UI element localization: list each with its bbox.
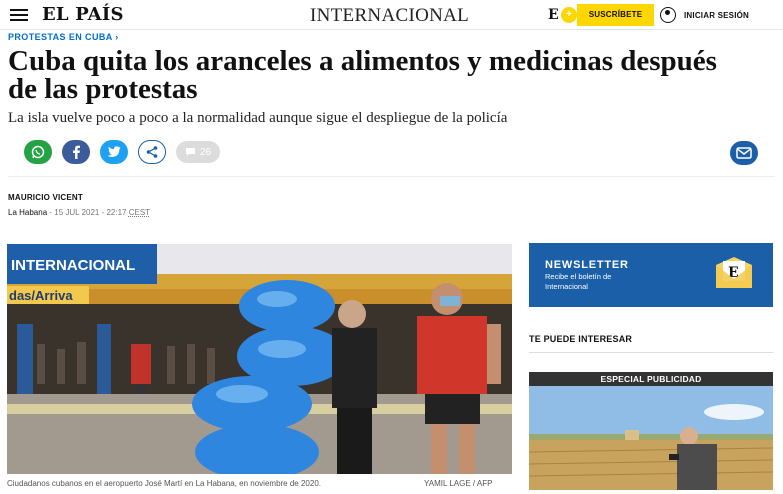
sponsored-label: ESPECIAL PUBLICIDAD	[529, 372, 773, 386]
share-icon	[146, 146, 158, 158]
facebook-button[interactable]	[62, 140, 90, 164]
photo-sign-text: INTERNACIONAL	[11, 257, 135, 274]
related-heading: TE PUEDE INTERESAR	[529, 334, 633, 344]
ep-logo-mark: E	[548, 7, 559, 23]
chevron-right-icon: ›	[115, 32, 119, 42]
login-button[interactable]: INICIAR SESIÓN	[660, 4, 749, 26]
article-subhead: La isla vuelve poco a poco a la normalid…	[8, 110, 508, 126]
author-link[interactable]: MAURICIO VICENT	[8, 193, 83, 202]
section-title[interactable]: INTERNACIONAL	[310, 5, 469, 27]
location: La Habana	[8, 208, 48, 217]
comment-icon	[185, 148, 195, 156]
newsletter-text: Recibe el boletín de Internacional	[545, 272, 612, 291]
whatsapp-button[interactable]	[24, 140, 52, 164]
photo-sign-text-2: das/Arriva	[9, 288, 73, 303]
article-photo: INTERNACIONAL das/Arriva	[7, 244, 512, 474]
divider	[529, 352, 773, 353]
share-button[interactable]	[138, 140, 166, 164]
menu-icon[interactable]	[10, 9, 28, 21]
share-bar: 26	[24, 140, 220, 164]
site-logo[interactable]: EL PAÍS	[42, 4, 124, 25]
sponsored-image	[529, 372, 773, 490]
photo-caption: Ciudadanos cubanos en el aeropuerto José…	[7, 479, 321, 488]
comments-count: 26	[199, 146, 212, 158]
envelope-icon: E	[716, 257, 752, 288]
user-icon	[660, 7, 676, 23]
twitter-icon	[107, 146, 121, 157]
subscribe-button[interactable]: SUSCRÍBETE	[577, 4, 654, 26]
photo-credit: YAMIL LAGE / AFP	[424, 479, 493, 488]
publish-date: 15 JUL 2021 - 22:17	[54, 208, 127, 217]
newsletter-title: NEWSLETTER	[545, 259, 629, 271]
timezone-label[interactable]: CEST	[129, 208, 150, 217]
newsletter-banner[interactable]: NEWSLETTER Recibe el boletín de Internac…	[529, 243, 773, 307]
divider	[8, 176, 775, 177]
kicker-link[interactable]: PROTESTAS EN CUBA ›	[8, 32, 119, 42]
mail-icon	[736, 147, 752, 159]
dateline: La Habana - 15 JUL 2021 - 22:17 CEST	[8, 208, 151, 217]
comments-button[interactable]: 26	[176, 141, 220, 163]
top-bar: EL PAÍS INTERNACIONAL E + SUSCRÍBETE INI…	[0, 0, 783, 30]
ep-plus-icon: +	[561, 7, 577, 23]
email-share-button[interactable]	[730, 141, 758, 165]
sponsored-card[interactable]: ESPECIAL PUBLICIDAD	[529, 372, 773, 490]
login-label: INICIAR SESIÓN	[684, 10, 750, 20]
whatsapp-icon	[31, 145, 45, 159]
facebook-icon	[73, 145, 80, 159]
article-headline: Cuba quita los aranceles a alimentos y m…	[8, 45, 717, 105]
twitter-button[interactable]	[100, 140, 128, 164]
kicker-label: PROTESTAS EN CUBA	[8, 32, 113, 42]
